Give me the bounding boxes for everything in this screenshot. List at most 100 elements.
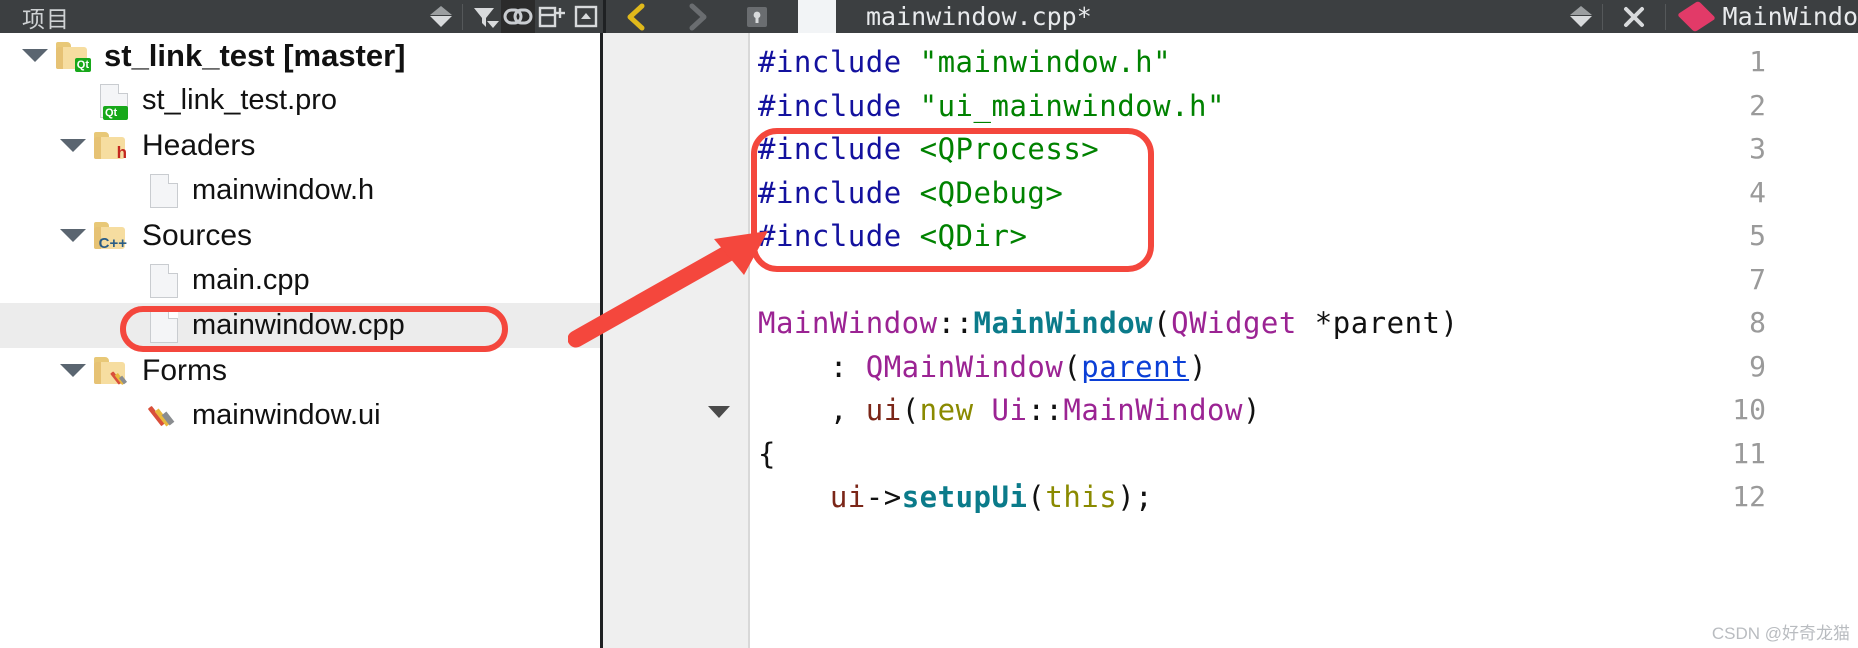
tree-item-main-cpp[interactable]: main.cpp: [0, 258, 600, 303]
document-chip-icon: [798, 0, 836, 33]
tree-item-icon: [150, 173, 178, 208]
symbol-dropdown-label[interactable]: MainWindo: [1723, 2, 1858, 31]
tree-item-st-link-test-pro[interactable]: Qt st_link_test.pro: [0, 78, 600, 123]
link-with-editor-button[interactable]: [501, 0, 535, 33]
project-panel-header: 项目: [0, 0, 603, 33]
tree-item-mainwindow-cpp[interactable]: mainwindow.cpp: [0, 303, 600, 348]
tree-item-label: st_link_test.pro: [142, 84, 338, 116]
document-icon: [150, 263, 178, 298]
code-token: new: [919, 393, 974, 427]
code-token: MainWindow: [758, 306, 938, 340]
project-tree: Qt st_link_test [master] Qt st_link_test.pr…: [0, 33, 600, 648]
lock-editor-button[interactable]: [740, 0, 774, 33]
tree-item-headers[interactable]: h Headers: [0, 123, 600, 168]
editor-toolbar: mainwindow.cpp* MainWindo: [606, 0, 1858, 33]
code-editor[interactable]: 1 #include "mainwindow.h" 2 #include "ui_ma…: [568, 33, 1858, 648]
code-token: ): [1242, 393, 1261, 427]
code-line[interactable]: #include "mainwindow.h": [758, 45, 1171, 79]
navigate-back-button[interactable]: [620, 0, 654, 33]
folder-cpp-icon: C++: [94, 221, 128, 251]
expander-caret-down-icon[interactable]: [22, 49, 48, 62]
toolbar-divider: [1664, 3, 1666, 30]
add-split-button[interactable]: [535, 0, 569, 33]
code-token: (: [1153, 306, 1172, 340]
tree-item-label: mainwindow.h: [192, 174, 375, 206]
code-token: :: [758, 349, 866, 384]
tree-item-label: main.cpp: [192, 264, 310, 296]
active-file-tab-label[interactable]: mainwindow.cpp*: [866, 2, 1092, 31]
code-line[interactable]: ui->setupUi(this);: [758, 480, 1153, 514]
header-badge-icon: h: [116, 142, 127, 162]
line-number: 3: [1749, 132, 1766, 165]
code-line[interactable]: {: [758, 437, 776, 471]
document-qt-icon: Qt: [100, 83, 128, 120]
pencil-icon: [147, 402, 178, 430]
tree-item-icon: Qt: [100, 83, 128, 120]
code-line[interactable]: , ui(new Ui::MainWindow): [758, 393, 1261, 427]
class-diamond-icon: [1676, 0, 1716, 33]
toolbar-divider: [1601, 3, 1603, 30]
tree-item-label: mainwindow.ui: [192, 399, 381, 431]
line-number: 1: [1749, 45, 1766, 78]
code-token: parent: [1081, 349, 1190, 384]
chevron-down-icon: [487, 21, 499, 28]
code-token: {: [758, 436, 776, 471]
code-token: *parent): [1296, 306, 1459, 340]
code-line[interactable]: : QMainWindow(parent): [758, 350, 1207, 384]
fold-caret-down-icon[interactable]: [708, 406, 730, 418]
code-token: <QDebug>: [919, 175, 1064, 210]
collapse-all-button[interactable]: [569, 0, 603, 33]
code-line[interactable]: MainWindow::MainWindow(QWidget *parent): [758, 306, 1458, 340]
tree-item-mainwindow-ui[interactable]: mainwindow.ui: [0, 393, 600, 438]
code-line[interactable]: #include "ui_mainwindow.h": [758, 89, 1225, 123]
code-line[interactable]: #include <QDir>: [758, 219, 1027, 253]
chevron-down-icon: [1569, 6, 1592, 27]
code-token: MainWindow: [973, 306, 1154, 340]
toolbar-divider: [462, 3, 463, 30]
expander-caret-down-icon[interactable]: [60, 139, 86, 152]
open-documents-dropdown[interactable]: [1564, 0, 1598, 33]
tree-item-st-link-test-master-[interactable]: Qt st_link_test [master]: [0, 33, 600, 78]
code-token: <QDir>: [919, 219, 1028, 253]
line-number: 5: [1749, 219, 1766, 252]
tree-item-icon: [150, 263, 178, 298]
tree-item-icon: [147, 402, 178, 430]
folder-ui-icon: [94, 356, 128, 385]
expander-caret-down-icon[interactable]: [60, 229, 86, 242]
code-token: ): [1189, 349, 1208, 384]
filter-button[interactable]: [467, 0, 501, 33]
close-document-button[interactable]: [1617, 0, 1651, 33]
qt-creator-window: 项目 mainwindow.cpp* MainWindo Qt st_link_…: [0, 0, 1858, 648]
close-icon: [1623, 6, 1644, 27]
code-token: QWidget: [1171, 306, 1297, 340]
expander-caret-down-icon[interactable]: [60, 364, 86, 377]
tree-item-sources[interactable]: C++ Sources: [0, 213, 600, 258]
qt-badge-icon: Qt: [74, 57, 91, 72]
code-token: setupUi: [901, 480, 1028, 514]
code-token: (: [1027, 480, 1046, 514]
code-token: this: [1045, 480, 1118, 514]
tree-item-mainwindow-h[interactable]: mainwindow.h: [0, 168, 600, 213]
chevron-down-icon: [430, 6, 452, 27]
tree-item-label: Forms: [142, 353, 227, 387]
navigate-forward-button[interactable]: [680, 0, 714, 33]
code-token: "ui_mainwindow.h": [919, 88, 1225, 123]
link-icon: [503, 8, 533, 24]
code-token: <QProcess>: [919, 132, 1100, 166]
sync-dropdown-button[interactable]: [424, 0, 458, 33]
code-token: #include: [758, 132, 920, 166]
tree-item-forms[interactable]: Forms: [0, 348, 600, 393]
document-icon: [150, 173, 178, 208]
line-number: 10: [1732, 393, 1766, 426]
split-add-icon: [538, 6, 565, 27]
qt-badge-icon: Qt: [103, 105, 128, 120]
code-line[interactable]: #include <QDebug>: [758, 176, 1063, 210]
tree-item-icon: C++: [94, 221, 128, 251]
code-line[interactable]: #include <QProcess>: [758, 132, 1099, 166]
code-token: ::: [937, 306, 974, 340]
tree-item-icon: h: [94, 131, 128, 162]
folder-h-icon: h: [94, 131, 128, 162]
collapse-icon: [574, 5, 598, 27]
gutter-divider: [748, 33, 750, 648]
